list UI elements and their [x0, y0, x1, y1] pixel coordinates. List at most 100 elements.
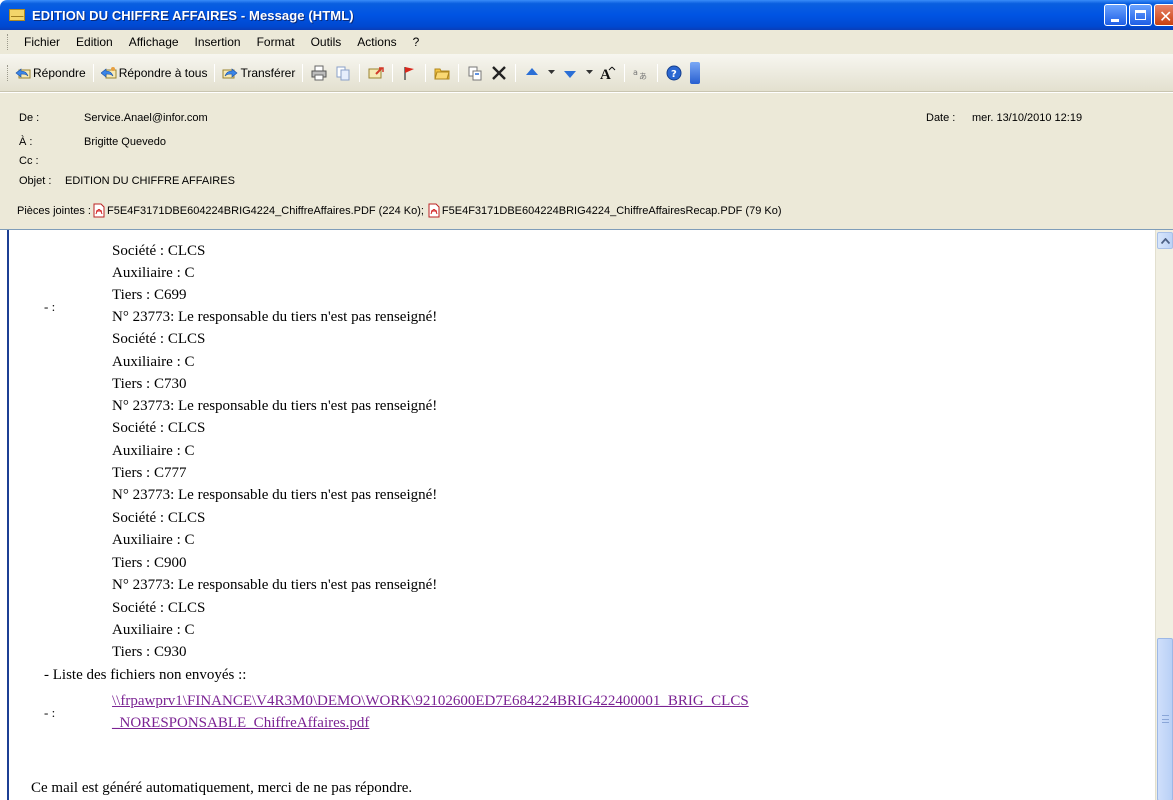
reply-icon — [15, 67, 31, 78]
body-line: Tiers : C730 — [112, 376, 187, 392]
body-line: Société : CLCS — [112, 600, 206, 616]
attachment-link[interactable]: F5E4F3171DBE604224BRIG4224_ChiffreAffair… — [442, 205, 782, 217]
window-left-border — [0, 230, 9, 800]
flag-icon[interactable] — [400, 64, 418, 82]
body-line: Société : CLCS — [112, 510, 206, 526]
toolbar-separator — [425, 63, 427, 82]
attachment-link[interactable]: F5E4F3171DBE604224BRIG4224_ChiffreAffair… — [107, 205, 424, 217]
unsent-files-heading: - Liste des fichiers non envoyés :: — [44, 667, 247, 683]
body-line: Auxiliaire : C — [112, 265, 195, 281]
message-body[interactable]: Société : CLCS Auxiliaire : C Tiers : C6… — [0, 229, 1173, 800]
toolbar-separator — [92, 63, 94, 82]
body-line: N° 23773: Le responsable du tiers n'est … — [112, 487, 438, 503]
envelope-icon — [9, 9, 25, 21]
print-icon[interactable] — [310, 64, 328, 82]
menu-actions[interactable]: Actions — [349, 35, 404, 49]
body-line: Tiers : C930 — [112, 644, 187, 660]
unsent-file-link-continued[interactable]: _NORESPONSABLE_ChiffreAffaires.pdf — [112, 714, 369, 732]
minimize-icon — [1111, 19, 1119, 22]
maximize-icon — [1135, 10, 1146, 20]
reply-label: Répondre — [33, 65, 86, 80]
font-size-icon[interactable]: A — [599, 64, 617, 82]
menu-edition[interactable]: Edition — [68, 35, 121, 49]
dropdown-arrow-icon[interactable] — [547, 64, 555, 82]
menu-format[interactable]: Format — [249, 35, 303, 49]
next-item-icon[interactable] — [561, 64, 579, 82]
menu-outils[interactable]: Outils — [303, 35, 350, 49]
bullet-marker: - : — [44, 299, 56, 314]
encoding-icon[interactable]: aあ — [632, 64, 650, 82]
maximize-button[interactable] — [1129, 4, 1152, 26]
body-line: Société : CLCS — [112, 420, 206, 436]
body-line: Tiers : C777 — [112, 465, 187, 481]
body-line: N° 23773: Le responsable du tiers n'est … — [112, 309, 438, 325]
svg-text:あ: あ — [639, 72, 647, 81]
body-line: Société : CLCS — [112, 331, 206, 347]
body-line: Auxiliaire : C — [112, 622, 195, 638]
toolbar-separator — [302, 63, 304, 82]
from-value[interactable]: Service.Anael@infor.com — [84, 112, 208, 124]
reply-all-button[interactable]: Répondre à tous — [98, 62, 211, 84]
from-label: De : — [19, 112, 40, 124]
minimize-button[interactable] — [1104, 4, 1127, 26]
pdf-icon — [93, 203, 105, 218]
toolbar-overflow-button[interactable] — [690, 61, 701, 84]
subject-value: EDITION DU CHIFFRE AFFAIRES — [65, 175, 235, 187]
attachments-row: Pièces jointes : F5E4F3171DBE604224BRIG4… — [17, 203, 781, 218]
toolbar-separator — [359, 63, 361, 82]
body-line: N° 23773: Le responsable du tiers n'est … — [112, 398, 438, 414]
toolbar-separator — [392, 63, 394, 82]
scroll-thumb[interactable] — [1157, 638, 1173, 800]
scroll-up-button[interactable] — [1157, 232, 1173, 249]
attachments-label: Pièces jointes : — [17, 204, 91, 217]
message-content: Société : CLCS Auxiliaire : C Tiers : C6… — [0, 230, 1155, 800]
toolbar-separator — [657, 63, 659, 82]
open-folder-icon[interactable] — [433, 64, 451, 82]
to-value[interactable]: Brigitte Quevedo — [84, 136, 166, 148]
body-line: Auxiliaire : C — [112, 443, 195, 459]
forward-button[interactable]: Transférer — [219, 62, 298, 84]
body-line: Auxiliaire : C — [112, 532, 195, 548]
move-icon[interactable] — [466, 64, 484, 82]
close-icon: ✕ — [1159, 7, 1173, 26]
toolbar-separator — [458, 63, 460, 82]
body-line: Auxiliaire : C — [112, 354, 195, 370]
body-line: Société : CLCS — [112, 243, 206, 259]
reply-all-label: Répondre à tous — [118, 65, 208, 80]
body-line: Tiers : C699 — [112, 287, 187, 303]
copy-icon[interactable] — [334, 64, 352, 82]
forward-mail-icon[interactable] — [367, 64, 385, 82]
forward-label: Transférer — [240, 65, 296, 80]
menu-grip[interactable] — [7, 34, 10, 50]
message-header: De : Service.Anael@infor.com Date : mer.… — [0, 93, 1173, 229]
toolbar-grip[interactable] — [7, 64, 10, 81]
cc-label: Cc : — [19, 155, 39, 167]
standard-toolbar: Répondre Répondre à tous Transférer A aあ… — [0, 54, 1173, 92]
help-icon[interactable]: ? — [665, 64, 683, 82]
dropdown-arrow-icon[interactable] — [585, 64, 593, 82]
menu-fichier[interactable]: Fichier — [16, 35, 68, 49]
body-line: N° 23773: Le responsable du tiers n'est … — [112, 577, 438, 593]
menu-help[interactable]: ? — [405, 35, 428, 49]
reply-all-icon — [100, 66, 117, 78]
clipped-line — [112, 230, 116, 240]
svg-text:?: ? — [671, 69, 677, 80]
date-label: Date : — [926, 112, 956, 124]
vertical-scrollbar[interactable] — [1155, 230, 1173, 800]
reply-button[interactable]: Répondre — [12, 62, 89, 84]
menu-bar: Fichier Edition Affichage Insertion Form… — [0, 30, 1173, 54]
toolbar-separator — [214, 63, 216, 82]
chevron-up-icon — [1160, 237, 1170, 244]
delete-icon[interactable] — [490, 64, 508, 82]
toolbar-separator — [624, 63, 626, 82]
menu-affichage[interactable]: Affichage — [121, 35, 187, 49]
close-button[interactable]: ✕ — [1154, 4, 1173, 26]
bullet-marker: - : — [44, 705, 56, 720]
toolbar-separator — [515, 63, 517, 82]
previous-item-icon[interactable] — [523, 64, 541, 82]
date-value: mer. 13/10/2010 12:19 — [972, 112, 1083, 124]
auto-mail-notice: Ce mail est généré automatiquement, merc… — [31, 780, 413, 796]
title-bar: EDITION DU CHIFFRE AFFAIRES - Message (H… — [0, 0, 1173, 30]
unsent-file-link[interactable]: \\frpawprv1\FINANCE\V4R3M0\DEMO\WORK\921… — [112, 692, 749, 710]
menu-insertion[interactable]: Insertion — [187, 35, 249, 49]
